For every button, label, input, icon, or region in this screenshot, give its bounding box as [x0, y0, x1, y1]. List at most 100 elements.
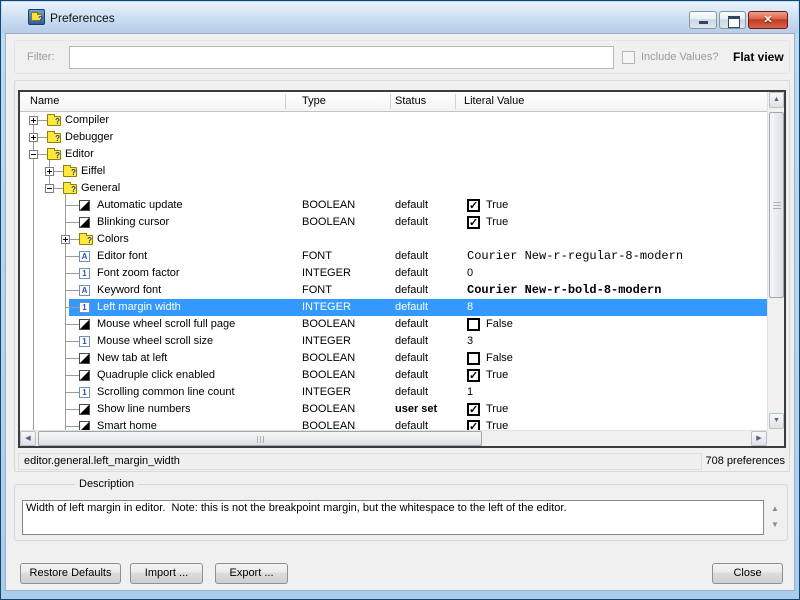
value-checkbox-checked[interactable] [467, 403, 480, 416]
folder-icon [63, 167, 77, 177]
preference-name: Blinking cursor [97, 214, 169, 231]
preference-name: Quadruple click enabled [97, 367, 215, 384]
preference-type: BOOLEAN [302, 214, 355, 231]
flat-view-button[interactable]: Flat view [733, 50, 784, 64]
tree-connector [65, 409, 79, 410]
scroll-up-button[interactable]: ▲ [769, 92, 784, 108]
column-divider[interactable] [390, 94, 391, 109]
scroll-right-button[interactable]: ▶ [751, 431, 767, 446]
tree-connector [65, 290, 79, 291]
tree-row[interactable]: 1Left margin widthINTEGERdefault8 [20, 299, 767, 316]
window-title: Preferences [50, 11, 115, 25]
tree-row[interactable]: Colors [20, 231, 767, 248]
preferences-window: ? Preferences Filter: Include Values? Fl… [0, 0, 800, 600]
integer-icon: 1 [79, 268, 90, 279]
tree-row[interactable]: Quadruple click enabledBOOLEANdefaultTru… [20, 367, 767, 384]
vertical-scroll-thumb[interactable] [769, 112, 784, 298]
tree-connector [65, 324, 79, 325]
table-header[interactable]: Name Type Status Literal Value [20, 92, 767, 112]
value-checkbox-checked[interactable] [467, 420, 480, 430]
tree-connector [65, 375, 79, 376]
expand-icon[interactable] [29, 133, 38, 142]
preference-type: BOOLEAN [302, 316, 355, 333]
preference-type: FONT [302, 282, 332, 299]
filter-label: Filter: [27, 51, 55, 63]
preference-type: BOOLEAN [302, 367, 355, 384]
preference-name: Colors [97, 231, 129, 248]
description-scroll-down-icon[interactable]: ▼ [768, 518, 782, 534]
tree-row[interactable]: Debugger [20, 129, 767, 146]
column-divider[interactable] [285, 94, 286, 109]
description-text[interactable]: Width of left margin in editor. Note: th… [22, 500, 764, 535]
tree-row[interactable]: Mouse wheel scroll full pageBOOLEANdefau… [20, 316, 767, 333]
boolean-icon [79, 404, 90, 415]
tree-row[interactable]: Blinking cursorBOOLEANdefaultTrue [20, 214, 767, 231]
collapse-icon[interactable] [29, 150, 38, 159]
preference-status: default [395, 316, 428, 333]
expand-icon[interactable] [45, 167, 54, 176]
expand-icon[interactable] [61, 235, 70, 244]
value-checkbox-checked[interactable] [467, 199, 480, 212]
value-label: False [486, 350, 513, 367]
column-header-type[interactable]: Type [302, 95, 326, 107]
preference-name: Debugger [65, 129, 113, 146]
tree-connector [70, 239, 79, 240]
column-header-status[interactable]: Status [395, 95, 426, 107]
filter-input[interactable] [69, 46, 614, 69]
tree-row[interactable]: 1Scrolling common line countINTEGERdefau… [20, 384, 767, 401]
expand-icon[interactable] [29, 116, 38, 125]
description-scroll-arrows[interactable]: ▲ ▼ [768, 502, 782, 534]
tree-row[interactable]: Smart homeBOOLEANdefaultTrue [20, 418, 767, 430]
collapse-icon[interactable] [45, 184, 54, 193]
scroll-down-button[interactable]: ▼ [769, 413, 784, 429]
tree-row[interactable]: AEditor fontFONTdefaultCourier New-r-reg… [20, 248, 767, 265]
export-button[interactable]: Export ... [215, 563, 288, 584]
column-header-literal-value[interactable]: Literal Value [464, 95, 524, 107]
minimize-button[interactable] [689, 11, 717, 29]
preference-name: Scrolling common line count [97, 384, 235, 401]
preference-name: Smart home [97, 418, 157, 430]
tree-connector [65, 341, 79, 342]
preference-status: user set [395, 401, 437, 418]
maximize-button[interactable] [719, 11, 746, 29]
preferences-tree-table[interactable]: Name Type Status Literal Value CompilerD… [18, 90, 786, 448]
restore-defaults-button[interactable]: Restore Defaults [20, 563, 121, 584]
close-button[interactable]: Close [712, 563, 783, 584]
folder-icon [79, 235, 93, 245]
description-scroll-up-icon[interactable]: ▲ [768, 502, 782, 518]
import-button[interactable]: Import ... [130, 563, 203, 584]
minus-glyph [31, 154, 36, 155]
vertical-scrollbar[interactable]: ▲ ▼ [767, 92, 784, 430]
tree-row[interactable]: 1Mouse wheel scroll sizeINTEGERdefault3 [20, 333, 767, 350]
value-checkbox-checked[interactable] [467, 216, 480, 229]
tree-row[interactable]: Show line numbersBOOLEANuser setTrue [20, 401, 767, 418]
tree-row[interactable]: Automatic updateBOOLEANdefaultTrue [20, 197, 767, 214]
folder-icon [47, 150, 61, 160]
column-divider[interactable] [455, 94, 456, 109]
titlebar[interactable]: ? Preferences [2, 2, 798, 33]
value-checkbox-unchecked[interactable] [467, 352, 480, 365]
tree-row[interactable]: General [20, 180, 767, 197]
tree-row[interactable]: Eiffel [20, 163, 767, 180]
value-checkbox-unchecked[interactable] [467, 318, 480, 331]
tree-row[interactable]: New tab at leftBOOLEANdefaultFalse [20, 350, 767, 367]
value-checkbox-checked[interactable] [467, 369, 480, 382]
scroll-left-button[interactable]: ◀ [20, 431, 36, 446]
preference-status: default [395, 350, 428, 367]
preference-status: default [395, 282, 428, 299]
tree-row[interactable]: Compiler [20, 112, 767, 129]
tree-row[interactable]: AKeyword fontFONTdefaultCourier New-r-bo… [20, 282, 767, 299]
preference-value: 1 [467, 384, 473, 401]
column-header-name[interactable]: Name [30, 95, 59, 107]
preference-count: 708 preferences [706, 455, 786, 467]
tree-connector [54, 171, 63, 172]
tree-connector [38, 120, 47, 121]
horizontal-scroll-thumb[interactable] [38, 431, 482, 446]
close-window-button[interactable] [748, 11, 788, 29]
horizontal-scrollbar[interactable]: ◀ ▶ [20, 430, 767, 446]
integer-icon: 1 [79, 302, 90, 313]
font-icon: A [79, 285, 90, 296]
tree-row[interactable]: Editor [20, 146, 767, 163]
tree-row[interactable]: 1Font zoom factorINTEGERdefault0 [20, 265, 767, 282]
include-values-checkbox[interactable] [622, 51, 635, 64]
